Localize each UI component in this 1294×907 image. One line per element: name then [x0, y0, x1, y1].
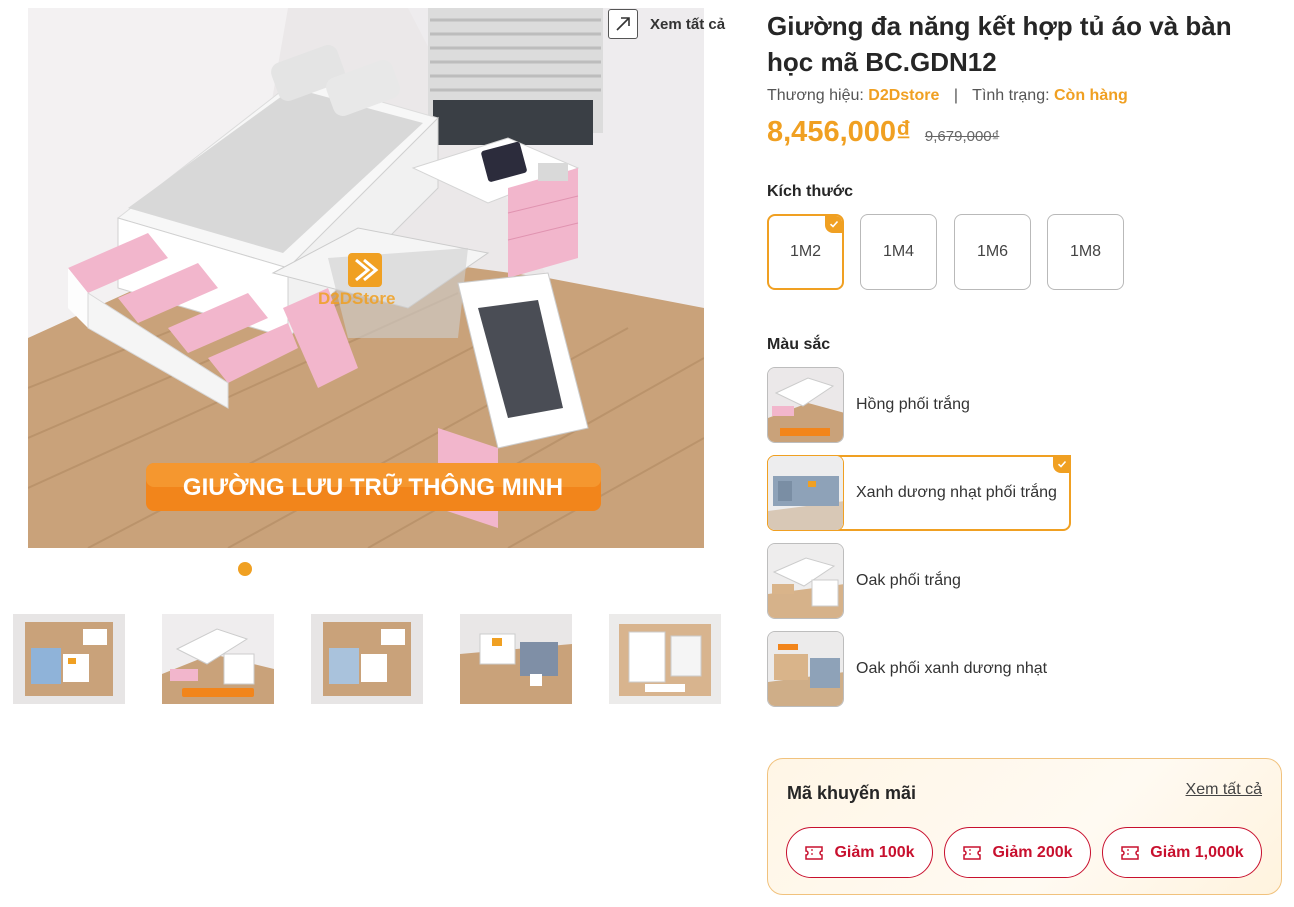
- meta-separator: |: [953, 87, 959, 104]
- expand-arrow-icon: [608, 9, 638, 39]
- color-swatch-image: [767, 543, 844, 619]
- color-option-hong-phoi-trang[interactable]: Hồng phối trắng: [767, 367, 1071, 443]
- main-image-illustration: D2DStore GIƯỜNG LƯU TRỮ THÔNG MINH: [28, 8, 704, 548]
- carousel-indicator-dot[interactable]: [238, 562, 252, 576]
- product-title: Giường đa năng kết hợp tủ áo và bàn học …: [767, 11, 1232, 77]
- color-swatch-image: [767, 631, 844, 707]
- color-option-label: Xanh dương nhạt phối trắng: [856, 484, 1057, 501]
- price-row: 8,456,000₫ 9,679,000₫: [767, 116, 999, 149]
- thumbnail-image: [460, 614, 572, 704]
- color-option-label: Hồng phối trắng: [856, 396, 970, 413]
- color-option-label: Oak phối xanh dương nhạt: [856, 660, 1048, 677]
- coupon-label: Giảm 1,000k: [1150, 843, 1244, 861]
- ticket-icon: [805, 845, 824, 860]
- thumbnail-4[interactable]: [447, 611, 585, 707]
- thumbnail-3[interactable]: [298, 611, 436, 707]
- thumbnail-5[interactable]: [596, 611, 734, 707]
- thumbnail-image: [311, 614, 423, 704]
- size-option-1m6[interactable]: 1M6: [954, 214, 1031, 290]
- original-price: 9,679,000₫: [924, 128, 1000, 145]
- coupon-1000k-button[interactable]: Giảm 1,000k: [1102, 827, 1262, 878]
- thumbnail-1[interactable]: [0, 611, 138, 707]
- banner-text: GIƯỜNG LƯU TRỮ THÔNG MINH: [183, 473, 563, 501]
- ticket-icon: [1121, 845, 1140, 860]
- product-meta: Thương hiệu: D2Dstore | Tình trạng: Còn …: [767, 87, 1128, 105]
- color-option-label: Oak phối trắng: [856, 572, 961, 589]
- color-swatch-image: [767, 455, 844, 531]
- color-swatch-image: [767, 367, 844, 443]
- brand-label: Thương hiệu:: [767, 87, 864, 104]
- thumbnail-strip: [0, 611, 745, 707]
- size-label: Kích thước: [767, 183, 854, 200]
- promo-box: Mã khuyến mãi Xem tất cả Giảm 100k Giảm …: [767, 758, 1282, 895]
- thumbnail-image: [13, 614, 125, 704]
- product-gallery: D2DStore GIƯỜNG LƯU TRỮ THÔNG MINH Xem t…: [0, 0, 745, 907]
- checkmark-icon: [825, 216, 842, 233]
- coupon-label: Giảm 200k: [992, 843, 1073, 861]
- promo-view-all-link[interactable]: Xem tất cả: [1186, 781, 1262, 799]
- size-option-1m4[interactable]: 1M4: [860, 214, 937, 290]
- size-option-label: 1M6: [976, 243, 1009, 260]
- size-option-label: 1M4: [882, 243, 915, 260]
- sale-price: 8,456,000₫: [767, 116, 911, 148]
- ticket-icon: [963, 845, 982, 860]
- main-product-image[interactable]: D2DStore GIƯỜNG LƯU TRỮ THÔNG MINH: [28, 8, 704, 548]
- color-label: Màu sắc: [767, 336, 831, 353]
- thumbnail-2[interactable]: [149, 611, 287, 707]
- coupon-label: Giảm 100k: [834, 843, 915, 861]
- status-label: Tình trạng:: [972, 87, 1050, 104]
- size-option-label: 1M2: [789, 243, 822, 260]
- size-option-label: 1M8: [1069, 243, 1102, 260]
- promo-title: Mã khuyến mãi: [787, 783, 917, 803]
- thumbnail-image: [162, 614, 274, 704]
- thumbnail-image: [609, 614, 721, 704]
- view-all-images-label: Xem tất cả: [650, 15, 726, 33]
- svg-text:D2DStore: D2DStore: [318, 289, 395, 308]
- coupon-100k-button[interactable]: Giảm 100k: [786, 827, 933, 878]
- color-option-xanh-duong-nhat-phoi-trang[interactable]: Xanh dương nhạt phối trắng: [767, 455, 1071, 531]
- coupon-200k-button[interactable]: Giảm 200k: [944, 827, 1091, 878]
- stock-status: Còn hàng: [1054, 87, 1128, 104]
- color-option-oak-phoi-trang[interactable]: Oak phối trắng: [767, 543, 1071, 619]
- size-option-1m8[interactable]: 1M8: [1047, 214, 1124, 290]
- checkmark-icon: [1053, 455, 1071, 473]
- size-option-1m2[interactable]: 1M2: [767, 214, 844, 290]
- brand-link[interactable]: D2Dstore: [868, 87, 939, 104]
- view-all-images-link[interactable]: Xem tất cả: [608, 8, 725, 40]
- color-option-oak-phoi-xanh-duong-nhat[interactable]: Oak phối xanh dương nhạt: [767, 631, 1071, 707]
